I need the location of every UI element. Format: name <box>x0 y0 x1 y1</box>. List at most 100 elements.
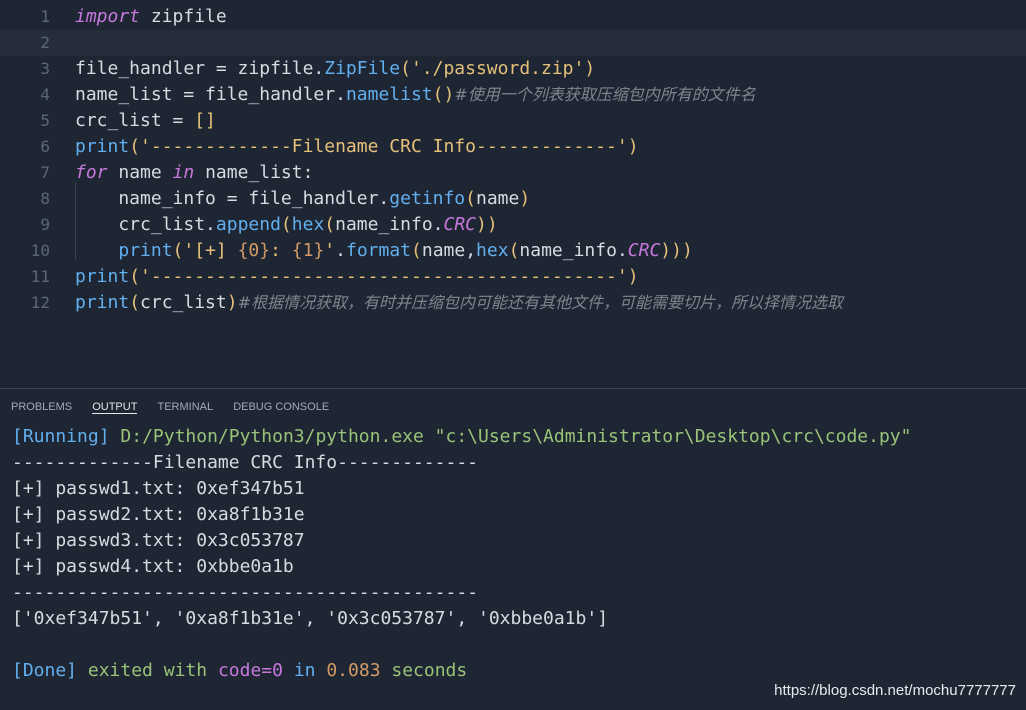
code-token: name_list: <box>194 162 314 183</box>
code-token: name, <box>421 240 477 261</box>
tab-output[interactable]: OUTPUT <box>92 401 138 414</box>
code-text: name_list = file_handler.namelist()#使用一个… <box>75 82 756 108</box>
line-number: 2 <box>40 33 50 52</box>
code-line[interactable]: 8 name_info = file_handler.getinfo(name) <box>0 186 1026 212</box>
code-line[interactable]: 2 <box>0 30 1026 56</box>
code-token: for <box>75 162 108 183</box>
done-tag: [Done] <box>12 660 78 681</box>
tab-terminal[interactable]: TERMINAL <box>158 401 214 413</box>
code-token: )) <box>476 214 498 235</box>
output-list: ['0xef347b51', '0xa8f1b31e', '0x3c053787… <box>12 608 609 629</box>
code-token: crc_list. <box>75 214 216 235</box>
code-token: file_handler = zipfile. <box>75 58 325 79</box>
code-line[interactable]: 7 for name in name_list: <box>0 160 1026 186</box>
code-token: ( <box>411 240 422 261</box>
code-line[interactable]: 12 print(crc_list)#根据情况获取，有时并压缩包内可能还有其他文件… <box>0 290 1026 316</box>
code-text: crc_list.append(hex(name_info.CRC)) <box>75 212 498 238</box>
output-row: [+] passwd4.txt: 0xbbe0a1b <box>12 556 294 577</box>
code-token: './password.zip' <box>410 58 585 79</box>
code-line[interactable]: 10 print('[+] {0}: {1}'.format(name,hex(… <box>0 238 1026 264</box>
line-number: 7 <box>40 163 50 182</box>
line-number: 10 <box>30 241 50 260</box>
done-in: in <box>293 660 316 681</box>
code-text: file_handler = zipfile.ZipFile('./passwo… <box>75 56 595 82</box>
running-tag: [Running] <box>12 426 110 447</box>
output-running-line: [Running] D:/Python/Python3/python.exe "… <box>12 424 1012 450</box>
code-token: name_list = file_handler. <box>75 84 346 105</box>
code-token: print <box>75 266 130 287</box>
line-number: 8 <box>40 189 50 208</box>
code-token: crc_list <box>140 292 227 313</box>
code-line[interactable]: 11 print('-------------------------------… <box>0 264 1026 290</box>
code-text: print('-------------Filename CRC Info---… <box>75 134 639 160</box>
exit-code: code=0 <box>217 660 283 681</box>
output-separator: ----------------------------------------… <box>12 582 478 603</box>
code-token: {0} <box>237 240 271 261</box>
code-token: '[+] <box>183 240 238 261</box>
code-text: name_info = file_handler.getinfo(name) <box>75 186 530 212</box>
code-text: print(crc_list)#根据情况获取，有时并压缩包内可能还有其他文件，可… <box>75 290 843 316</box>
code-token: ( <box>129 136 141 157</box>
code-token: #根据情况获取，有时并压缩包内可能还有其他文件，可能需要切片，所以择情况选取 <box>237 293 843 312</box>
code-token: print <box>75 136 130 157</box>
code-token: ( <box>129 292 141 313</box>
line-number: 11 <box>30 267 50 286</box>
code-line[interactable]: 6 print('-------------Filename CRC Info--… <box>0 134 1026 160</box>
elapsed-seconds: 0.083 <box>326 660 381 681</box>
code-token: format <box>345 240 412 261</box>
code-token: import <box>75 6 141 27</box>
code-token: ( <box>465 188 476 209</box>
code-text: import zipfile <box>75 4 227 30</box>
panel-tabs: PROBLEMS OUTPUT TERMINAL DEBUG CONSOLE <box>11 401 346 415</box>
line-number: 1 <box>40 7 50 26</box>
code-token: . <box>335 240 346 261</box>
line-number: 4 <box>40 85 50 104</box>
line-number: 3 <box>40 59 50 78</box>
code-line[interactable]: 9 crc_list.append(hex(name_info.CRC)) <box>0 212 1026 238</box>
indent-guide <box>75 182 76 260</box>
code-token: ) <box>519 188 531 209</box>
tab-problems[interactable]: PROBLEMS <box>11 401 72 413</box>
output-row: [+] passwd3.txt: 0x3c053787 <box>12 530 305 551</box>
code-token: ( <box>280 214 292 235</box>
code-token: ) <box>584 58 596 79</box>
code-token: name <box>475 188 520 209</box>
code-token: CRC <box>627 240 661 261</box>
output-header: -------------Filename CRC Info----------… <box>12 452 478 473</box>
done-text: exited with <box>87 660 208 681</box>
code-token: '---------------------------------------… <box>140 266 628 287</box>
code-text: crc_list = [] <box>75 108 216 134</box>
tab-debug-console[interactable]: DEBUG CONSOLE <box>233 401 329 413</box>
code-line[interactable]: 1 import zipfile <box>0 4 1026 30</box>
code-token: name <box>107 162 173 183</box>
code-token: ) <box>627 266 639 287</box>
code-token: '-------------Filename CRC Info---------… <box>140 136 628 157</box>
line-number: 9 <box>40 215 50 234</box>
code-token: print <box>118 240 173 261</box>
code-token: ) <box>627 136 639 157</box>
code-token: ( <box>172 240 184 261</box>
code-text: print('[+] {0}: {1}'.format(name,hex(nam… <box>75 238 692 264</box>
code-text: print('---------------------------------… <box>75 264 639 290</box>
code-line[interactable]: 4 name_list = file_handler.namelist()#使用一… <box>0 82 1026 108</box>
code-editor[interactable]: 1 import zipfile 2 3 file_handler = zipfile.… <box>0 0 1026 388</box>
line-number: 5 <box>40 111 50 130</box>
code-token: crc_list = <box>75 110 195 131</box>
code-token: hex <box>291 214 325 235</box>
code-token: ( <box>508 240 520 261</box>
code-token: ZipFile <box>324 58 401 79</box>
output-panel: PROBLEMS OUTPUT TERMINAL DEBUG CONSOLE [… <box>0 388 1026 710</box>
code-token: name_info. <box>335 214 444 235</box>
line-number: 12 <box>30 293 50 312</box>
code-line[interactable]: 5 crc_list = [] <box>0 108 1026 134</box>
code-token: ( <box>324 214 336 235</box>
code-token: namelist <box>345 84 433 105</box>
code-token: () <box>432 84 455 105</box>
code-token: getinfo <box>389 188 466 209</box>
code-token: ) <box>226 292 238 313</box>
code-line[interactable]: 3 file_handler = zipfile.ZipFile('./passw… <box>0 56 1026 82</box>
code-token: ' <box>324 240 336 261</box>
code-token: CRC <box>443 214 477 235</box>
code-token: hex <box>476 240 509 261</box>
